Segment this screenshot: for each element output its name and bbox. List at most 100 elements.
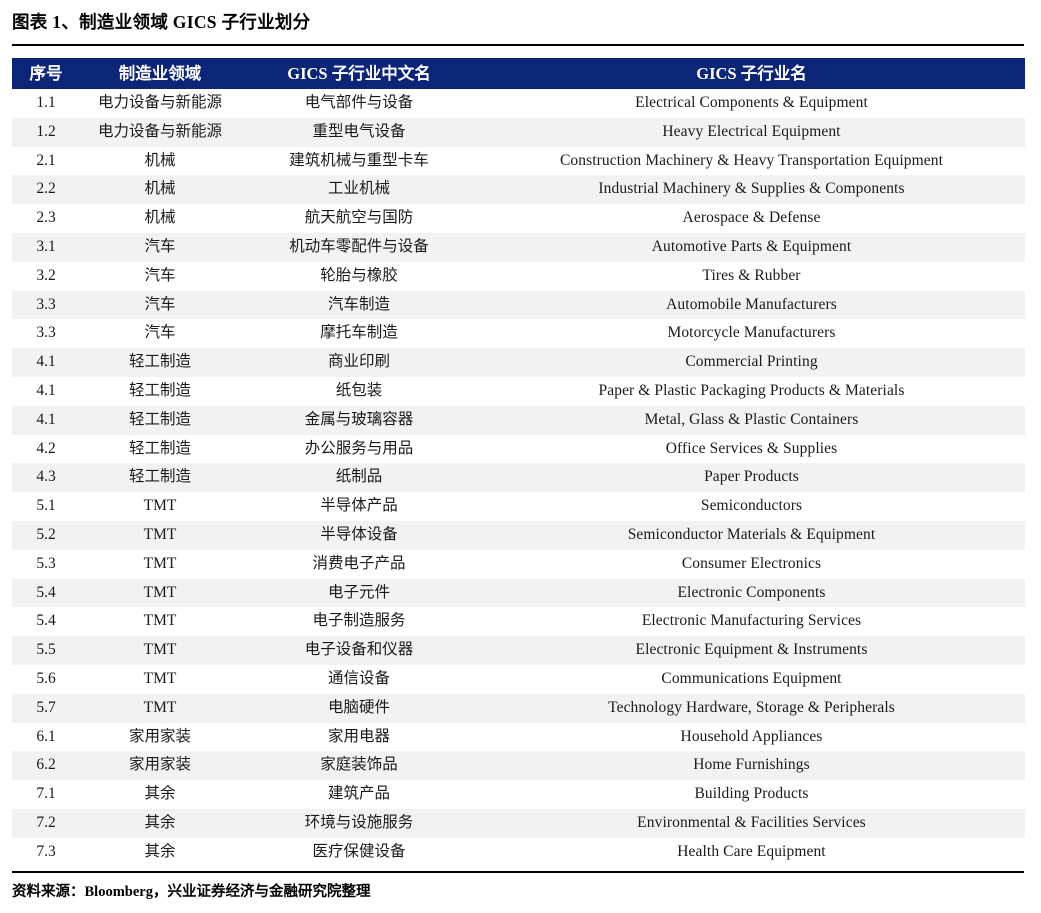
cell-manufacturing-field: 轻工制造: [80, 463, 240, 493]
cell-manufacturing-field: TMT: [80, 607, 240, 637]
cell-sub-industry-en: Communications Equipment: [478, 664, 1025, 694]
cell-manufacturing-field: 轻工制造: [80, 434, 240, 464]
cell-sub-industry-cn: 航天航空与国防: [240, 204, 478, 233]
cell-sub-industry-cn: 摩托车制造: [240, 319, 478, 349]
cell-sub-industry-en: Electrical Components & Equipment: [478, 89, 1025, 118]
cell-manufacturing-field: TMT: [80, 520, 240, 550]
cell-sequence: 5.4: [12, 578, 80, 608]
cell-sub-industry-en: Metal, Glass & Plastic Containers: [478, 405, 1025, 435]
table-row: 5.1 TMT 半导体产品 Semiconductors: [12, 492, 1025, 521]
column-header-sequence: 序号: [12, 58, 80, 89]
cell-sequence: 3.3: [12, 319, 80, 349]
cell-sequence: 7.1: [12, 780, 80, 809]
cell-sub-industry-en: Aerospace & Defense: [478, 204, 1025, 233]
cell-sub-industry-cn: 通信设备: [240, 664, 478, 694]
table-row: 4.3 轻工制造 纸制品 Paper Products: [12, 463, 1025, 493]
cell-sub-industry-en: Electronic Equipment & Instruments: [478, 636, 1025, 665]
exhibit-page: 图表 1、制造业领域 GICS 子行业划分 序号 制造业领域 GICS 子行业中…: [0, 0, 1041, 913]
table-row: 2.1 机械 建筑机械与重型卡车 Construction Machinery & H…: [12, 146, 1025, 176]
cell-sequence: 5.1: [12, 492, 80, 521]
cell-sub-industry-en: Automobile Manufacturers: [478, 290, 1025, 320]
table-row: 6.2 家用家装 家庭装饰品 Home Furnishings: [12, 751, 1025, 781]
table-row: 3.1 汽车 机动车零配件与设备 Automotive Parts & Equipme…: [12, 232, 1025, 262]
cell-manufacturing-field: 机械: [80, 204, 240, 233]
table-row: 7.1 其余 建筑产品 Building Products: [12, 780, 1025, 809]
cell-sub-industry-en: Paper Products: [478, 463, 1025, 493]
cell-sequence: 7.3: [12, 837, 80, 867]
cell-sub-industry-cn: 办公服务与用品: [240, 434, 478, 464]
column-header-manufacturing-field: 制造业领域: [80, 58, 240, 89]
column-header-gics-sub-industry-cn: GICS 子行业中文名: [240, 58, 478, 89]
table-row: 7.3 其余 医疗保健设备 Health Care Equipment: [12, 837, 1025, 867]
table-row: 7.2 其余 环境与设施服务 Environmental & Facilities S…: [12, 808, 1025, 838]
cell-sub-industry-cn: 电子制造服务: [240, 607, 478, 637]
table-row: 4.2 轻工制造 办公服务与用品 Office Services & Supplies: [12, 434, 1025, 464]
cell-manufacturing-field: TMT: [80, 578, 240, 608]
cell-sequence: 4.1: [12, 348, 80, 377]
cell-sub-industry-en: Heavy Electrical Equipment: [478, 117, 1025, 147]
cell-sequence: 3.1: [12, 232, 80, 262]
cell-sub-industry-cn: 半导体设备: [240, 520, 478, 550]
cell-sequence: 4.3: [12, 463, 80, 493]
title-divider: [12, 44, 1024, 46]
cell-sub-industry-cn: 家庭装饰品: [240, 751, 478, 781]
cell-sub-industry-cn: 纸包装: [240, 376, 478, 406]
column-header-gics-sub-industry-en: GICS 子行业名: [478, 58, 1025, 89]
cell-manufacturing-field: TMT: [80, 492, 240, 521]
table-row: 2.3 机械 航天航空与国防 Aerospace & Defense: [12, 204, 1025, 233]
page-title: 图表 1、制造业领域 GICS 子行业划分: [12, 12, 311, 32]
cell-manufacturing-field: 电力设备与新能源: [80, 117, 240, 147]
cell-sub-industry-en: Commercial Printing: [478, 348, 1025, 377]
cell-sub-industry-en: Consumer Electronics: [478, 549, 1025, 579]
cell-manufacturing-field: 电力设备与新能源: [80, 89, 240, 118]
cell-manufacturing-field: 汽车: [80, 232, 240, 262]
cell-sequence: 4.2: [12, 434, 80, 464]
cell-manufacturing-field: 家用家装: [80, 751, 240, 781]
cell-sequence: 4.1: [12, 376, 80, 406]
cell-sub-industry-cn: 医疗保健设备: [240, 837, 478, 867]
cell-sub-industry-cn: 金属与玻璃容器: [240, 405, 478, 435]
cell-sub-industry-en: Semiconductor Materials & Equipment: [478, 520, 1025, 550]
cell-sub-industry-en: Automotive Parts & Equipment: [478, 232, 1025, 262]
cell-manufacturing-field: 其余: [80, 808, 240, 838]
footer-divider: [12, 871, 1024, 873]
cell-sub-industry-cn: 汽车制造: [240, 290, 478, 320]
cell-sequence: 7.2: [12, 808, 80, 838]
cell-manufacturing-field: 机械: [80, 175, 240, 205]
cell-sequence: 1.1: [12, 89, 80, 118]
cell-sequence: 5.2: [12, 520, 80, 550]
cell-sub-industry-en: Semiconductors: [478, 492, 1025, 521]
cell-sequence: 3.3: [12, 290, 80, 320]
cell-manufacturing-field: 汽车: [80, 261, 240, 291]
table-row: 3.2 汽车 轮胎与橡胶 Tires & Rubber: [12, 261, 1025, 291]
table-header-row: 序号 制造业领域 GICS 子行业中文名 GICS 子行业名: [12, 58, 1025, 89]
gics-table-container: 序号 制造业领域 GICS 子行业中文名 GICS 子行业名 1.1 电力设备与新…: [12, 58, 1025, 867]
cell-manufacturing-field: 其余: [80, 780, 240, 809]
cell-sub-industry-cn: 纸制品: [240, 463, 478, 493]
cell-sub-industry-cn: 半导体产品: [240, 492, 478, 521]
cell-sequence: 6.1: [12, 722, 80, 752]
cell-sequence: 5.3: [12, 549, 80, 579]
cell-sequence: 2.1: [12, 146, 80, 176]
table-row: 5.7 TMT 电脑硬件 Technology Hardware, Storage &…: [12, 693, 1025, 723]
cell-sequence: 5.7: [12, 693, 80, 723]
cell-sub-industry-cn: 电子元件: [240, 578, 478, 608]
cell-sequence: 3.2: [12, 261, 80, 291]
table-row: 4.1 轻工制造 商业印刷 Commercial Printing: [12, 348, 1025, 377]
gics-table: 序号 制造业领域 GICS 子行业中文名 GICS 子行业名 1.1 电力设备与新…: [12, 58, 1025, 867]
cell-manufacturing-field: 汽车: [80, 290, 240, 320]
table-row: 1.1 电力设备与新能源 电气部件与设备 Electrical Components …: [12, 89, 1025, 118]
cell-sub-industry-en: Office Services & Supplies: [478, 434, 1025, 464]
table-row: 3.3 汽车 汽车制造 Automobile Manufacturers: [12, 290, 1025, 320]
cell-sub-industry-cn: 轮胎与橡胶: [240, 261, 478, 291]
table-row: 5.5 TMT 电子设备和仪器 Electronic Equipment & Inst…: [12, 636, 1025, 665]
cell-manufacturing-field: 轻工制造: [80, 348, 240, 377]
cell-sub-industry-en: Household Appliances: [478, 722, 1025, 752]
cell-sub-industry-en: Paper & Plastic Packaging Products & Mat…: [478, 376, 1025, 406]
cell-sequence: 5.6: [12, 664, 80, 694]
cell-sequence: 5.5: [12, 636, 80, 665]
cell-sequence: 5.4: [12, 607, 80, 637]
source-note: 资料来源：Bloomberg，兴业证券经济与金融研究院整理: [12, 884, 371, 900]
table-row: 5.3 TMT 消费电子产品 Consumer Electronics: [12, 549, 1025, 579]
cell-sub-industry-cn: 电子设备和仪器: [240, 636, 478, 665]
